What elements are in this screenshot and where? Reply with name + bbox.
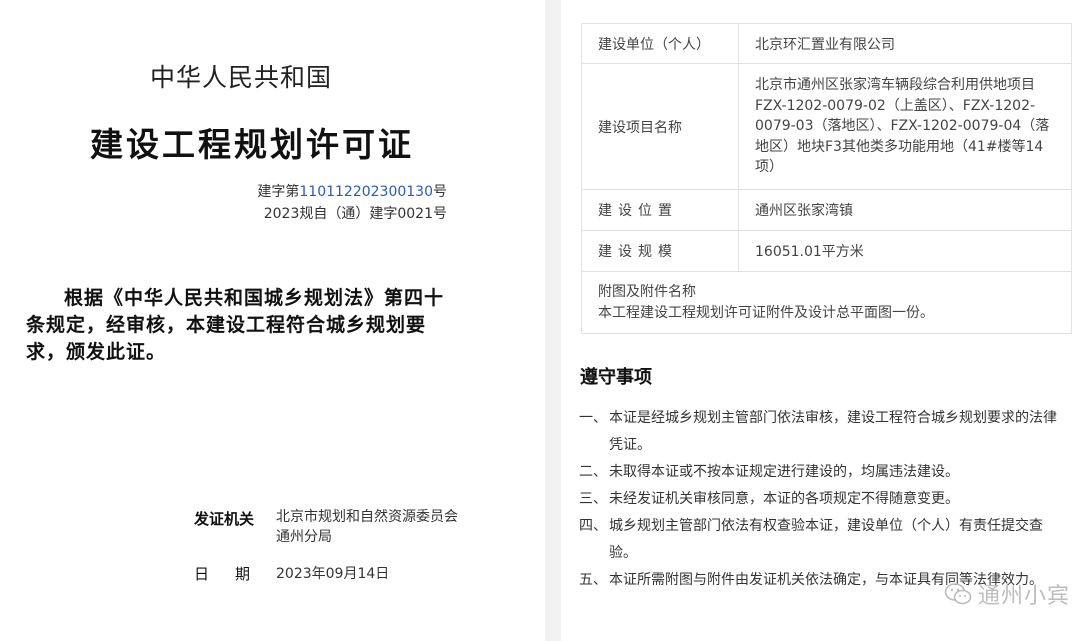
certificate-back-page: 建设单位（个人） 北京环汇置业有限公司 建设项目名称 北京市通州区张家湾车辆段综… [561,0,1080,641]
table-row: 建设规模 16051.01平方米 [581,230,1072,272]
row-key: 建设位置 [581,189,739,231]
list-item: 一、 本证是经城乡规划主管部门依法审核，建设工程符合城乡规划要求的法律凭证。 [579,410,1057,453]
certificate-number-line2: 2023规自（通）建字0021号 [263,206,447,222]
watermark-text: 通州小宾 [977,584,1070,609]
issuer-value: 北京市规划和自然资源委员会 通州分局 [276,509,458,545]
issuance-statement: 根据《中华人民共和国城乡规划法》第四十条规定，经审核，本建设工程符合城乡规划要求… [26,287,445,363]
issue-date: 2023年09月14日 [276,566,390,582]
attachments-label: 附图及附件名称 [598,283,696,300]
table-row: 建设项目名称 北京市通州区张家湾车辆段综合利用供地项目 FZX-1202-007… [581,63,1072,190]
row-value: 16051.01平方米 [738,230,1072,272]
attachments-cell: 附图及附件名称 本工程建设工程规划许可证附件及设计总平面图一份。 [581,271,1072,334]
watermark: 通州小宾 [944,578,1070,610]
certificate-number-line1: 建字第110112202300130号 [257,184,447,200]
country-name: 中华人民共和国 [150,63,333,92]
wechat-icon [944,583,972,605]
certificate-title: 建设工程规划许可证 [90,125,414,164]
rules-list: 一、 本证是经城乡规划主管部门依法审核，建设工程符合城乡规划要求的法律凭证。 二、… [579,405,1057,594]
table-row: 附图及附件名称 本工程建设工程规划许可证附件及设计总平面图一份。 [581,271,1072,334]
issuer-label: 发证机关 [194,510,255,528]
table-row: 建设位置 通州区张家湾镇 [581,189,1072,231]
row-key: 建设项目名称 [581,63,739,190]
certificate-front-page: 中华人民共和国 建设工程规划许可证 建字第110112202300130号 20… [0,0,545,641]
list-item: 四、 城乡规划主管部门依法有权查验本证，建设单位（个人）有责任提交查验。 [579,518,1043,561]
page-gutter [545,0,561,641]
project-info-table: 建设单位（个人） 北京环汇置业有限公司 建设项目名称 北京市通州区张家湾车辆段综… [581,23,1072,334]
attachments-value: 本工程建设工程规划许可证附件及设计总平面图一份。 [598,304,934,321]
list-item: 三、 未经发证机关审核同意，本证的各项规定不得随意变更。 [579,491,959,507]
row-key: 建设规模 [581,230,739,272]
table-row: 建设单位（个人） 北京环汇置业有限公司 [581,23,1072,64]
rules-title: 遵守事项 [580,367,652,388]
date-label: 日期 [194,565,253,583]
row-key: 建设单位（个人） [581,23,739,64]
list-item: 二、 未取得本证或不按本证规定进行建设的，均属违法建设。 [579,464,959,480]
row-value: 北京市通州区张家湾车辆段综合利用供地项目 FZX-1202-0079-02（上盖… [738,63,1072,190]
row-value: 北京环汇置业有限公司 [738,23,1072,64]
row-value: 通州区张家湾镇 [738,189,1072,231]
certificate-number: 建字第110112202300130号 2023规自（通）建字0021号 [257,181,447,225]
